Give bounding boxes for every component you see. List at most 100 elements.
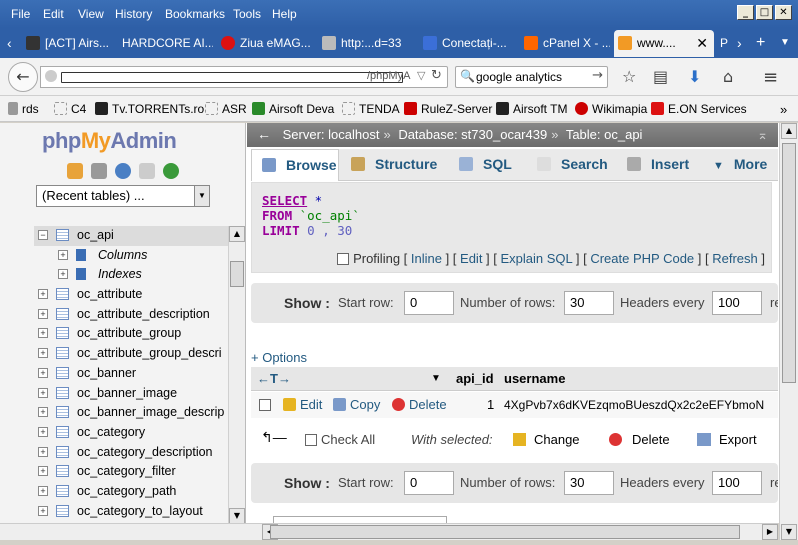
search-input[interactable] <box>476 69 588 85</box>
tree-table-item[interactable]: + oc_attribute_group <box>34 324 230 344</box>
maximize-icon[interactable]: ⌅ <box>757 123 768 146</box>
expand-icon[interactable]: + <box>38 348 48 359</box>
bookmark-asr[interactable]: ASR <box>205 102 247 116</box>
bookmark-airsoft-tm[interactable]: Airsoft TM <box>496 102 567 116</box>
search-bar[interactable]: 🔍 → <box>455 66 608 88</box>
tab-hardcore[interactable]: HARDCORE AI... <box>118 30 213 57</box>
collapse-icon[interactable]: ← <box>257 126 271 142</box>
bookmark-tvtorrents[interactable]: Tv.TORRENTs.ro <box>95 102 204 116</box>
logout-icon[interactable] <box>91 163 107 179</box>
tab-structure[interactable]: Structure <box>341 149 445 181</box>
tree-table-item[interactable]: + oc_banner_image <box>34 384 230 404</box>
start-row-input[interactable]: 0 <box>404 471 454 495</box>
menu-view[interactable]: View <box>78 7 104 21</box>
menu-help[interactable]: Help <box>272 7 297 21</box>
tree-table-item[interactable]: + oc_category <box>34 423 230 443</box>
tab-partial[interactable]: P <box>716 30 732 57</box>
scroll-right-icon[interactable]: ▶ <box>762 524 778 540</box>
create-php-code-link[interactable]: Create PHP Code <box>590 251 694 266</box>
scroll-up-icon[interactable]: ▲ <box>229 226 245 242</box>
menu-file[interactable]: File <box>11 7 30 21</box>
explain-sql-link[interactable]: Explain SQL <box>501 251 573 266</box>
headers-input[interactable]: 100 <box>712 471 762 495</box>
tab-insert[interactable]: Insert <box>617 149 699 181</box>
menu-hamburger-icon[interactable]: ≡ <box>763 67 778 88</box>
rows-input[interactable]: 30 <box>564 471 614 495</box>
bookmark-rds[interactable]: rds <box>8 102 39 116</box>
tree-table-item[interactable]: + oc_banner_image_descrip <box>34 403 230 423</box>
tab-browse[interactable]: Browse <box>251 149 339 181</box>
tab-phpmyadmin[interactable]: www.... ✕ <box>614 30 714 57</box>
rows-input[interactable]: 30 <box>564 291 614 315</box>
site-identity-icon[interactable] <box>45 70 57 82</box>
breadcrumb-database[interactable]: Database: st730_ocar439 <box>398 127 547 142</box>
expand-icon[interactable]: + <box>38 426 48 437</box>
scroll-down-icon[interactable]: ▼ <box>229 508 245 523</box>
bulk-change-button[interactable]: Change <box>513 432 580 447</box>
inline-link[interactable]: Inline <box>411 251 442 266</box>
tab-act-airsoft[interactable]: [ACT] Airs... <box>22 30 116 57</box>
tab-emag[interactable]: Ziua eMAG... <box>217 30 312 57</box>
tab-more[interactable]: ▼ More <box>703 149 778 181</box>
scroll-thumb[interactable] <box>270 525 740 539</box>
tab-close-icon[interactable]: ✕ <box>696 30 708 56</box>
breadcrumb-table[interactable]: Table: oc_api <box>566 127 643 142</box>
new-tab-icon[interactable]: + <box>752 30 768 57</box>
tree-table-item[interactable]: + oc_attribute_group_descri <box>34 344 230 364</box>
breadcrumb-server[interactable]: Server: localhost <box>283 127 380 142</box>
tree-subitem[interactable]: + Columns <box>34 246 230 266</box>
column-sort-icon[interactable]: ▼ <box>431 373 441 384</box>
tree-table-item[interactable]: + oc_attribute_description <box>34 305 230 325</box>
bookmark-tenda[interactable]: TENDA <box>342 102 400 116</box>
menu-edit[interactable]: Edit <box>43 7 64 21</box>
tab-scroll-left-icon[interactable]: ‹ <box>3 30 21 57</box>
maximize-button[interactable]: □ <box>756 5 773 20</box>
tree-table-item[interactable]: + oc_category_to_layout <box>34 502 230 522</box>
expand-icon[interactable]: + <box>38 407 48 418</box>
close-window-button[interactable]: ✕ <box>775 5 792 20</box>
search-go-icon[interactable]: → <box>592 68 603 83</box>
bookmark-wikimapia[interactable]: Wikimapia <box>575 102 647 116</box>
partial-select[interactable] <box>273 516 447 523</box>
refresh-link[interactable]: Refresh <box>712 251 758 266</box>
start-row-input[interactable]: 0 <box>404 291 454 315</box>
collapse-icon[interactable]: − <box>38 230 48 240</box>
reload-icon[interactable]: ↻ <box>431 68 442 83</box>
bookmark-rulez-server[interactable]: RuleZ-Server <box>404 102 492 116</box>
row-checkbox[interactable] <box>259 397 275 412</box>
home-icon[interactable] <box>67 163 83 179</box>
tree-table-item[interactable]: + oc_category_filter <box>34 462 230 482</box>
expand-icon[interactable]: + <box>38 289 48 300</box>
expand-icon[interactable]: + <box>58 249 68 260</box>
scroll-thumb[interactable] <box>782 143 796 383</box>
tab-http[interactable]: http:...d=33 <box>318 30 413 57</box>
scroll-up-icon[interactable]: ▲ <box>781 123 797 139</box>
tab-sql[interactable]: SQL <box>449 149 524 181</box>
tree-table-item[interactable]: + oc_banner <box>34 364 230 384</box>
page-vertical-scrollbar[interactable]: ▲ ▼ <box>779 123 798 540</box>
check-all[interactable]: Check All <box>305 432 375 447</box>
menu-bookmarks[interactable]: Bookmarks <box>165 7 225 21</box>
show-button[interactable]: Show : <box>284 295 330 311</box>
scroll-down-icon[interactable]: ▼ <box>781 524 797 540</box>
expand-icon[interactable]: + <box>38 446 48 457</box>
bookmarks-overflow-icon[interactable]: » <box>780 102 787 117</box>
back-button[interactable]: ← <box>8 62 38 92</box>
bulk-export-button[interactable]: Export <box>697 432 757 447</box>
options-link[interactable]: + Options <box>251 350 307 365</box>
expand-icon[interactable]: + <box>38 387 48 398</box>
nav-scrollbar[interactable]: ▲ ▼ <box>228 226 245 523</box>
tree-table-item[interactable]: + oc_category_description <box>34 443 230 463</box>
bookmark-airsoft-deva[interactable]: Airsoft Deva <box>252 102 334 116</box>
cell-username[interactable]: 4XgPvb7x6dKVEzqmoBUeszdQx2c2eEFYbmoN <box>504 398 764 412</box>
tree-table-item[interactable]: − oc_api <box>34 226 230 246</box>
tab-list-icon[interactable]: ▼ <box>776 30 794 57</box>
reload-nav-icon[interactable] <box>163 163 179 179</box>
edit-link[interactable]: Edit <box>460 251 482 266</box>
tab-conectati[interactable]: Conectați-... <box>419 30 514 57</box>
tab-search[interactable]: Search <box>527 149 613 181</box>
expand-icon[interactable]: + <box>38 485 48 496</box>
expand-icon[interactable]: + <box>38 505 48 516</box>
expand-icon[interactable]: + <box>38 308 48 319</box>
headers-input[interactable]: 100 <box>712 291 762 315</box>
